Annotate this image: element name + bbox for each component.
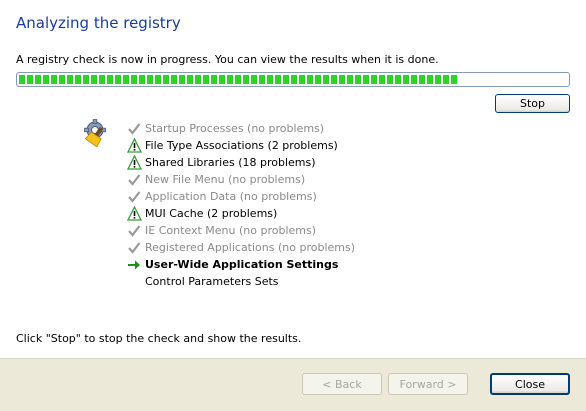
scan-step-label: File Type Associations (2 problems) — [145, 139, 338, 152]
scan-step-label: Startup Processes (no problems) — [145, 122, 325, 135]
arrow-right-icon — [127, 256, 144, 273]
check-icon — [127, 188, 144, 205]
scan-step-label: Control Parameters Sets — [145, 275, 279, 288]
check-icon — [127, 171, 144, 188]
scan-step-label: Application Data (no problems) — [145, 190, 317, 203]
hint-text: Click "Stop" to stop the check and show … — [16, 332, 302, 345]
scan-step: Application Data (no problems) — [127, 188, 355, 205]
page-title: Analyzing the registry — [16, 14, 181, 32]
warning-icon — [127, 137, 144, 154]
scan-step-label: New File Menu (no problems) — [145, 173, 306, 186]
scan-step-label: IE Context Menu (no problems) — [145, 224, 317, 237]
scan-step-label: Registered Applications (no problems) — [145, 241, 356, 254]
back-button[interactable]: < Back — [302, 373, 382, 395]
check-icon — [127, 239, 144, 256]
warning-icon — [127, 205, 144, 222]
stop-button[interactable]: Stop — [495, 94, 570, 113]
page-description: A registry check is now in progress. You… — [16, 53, 439, 66]
scan-step-label: MUI Cache (2 problems) — [145, 207, 278, 220]
scan-step-label: Shared Libraries (18 problems) — [145, 156, 316, 169]
scan-step: Registered Applications (no problems) — [127, 239, 355, 256]
close-button[interactable]: Close — [490, 373, 570, 395]
progress-fill — [19, 75, 458, 84]
check-icon — [127, 120, 144, 137]
scan-step: Startup Processes (no problems) — [127, 120, 355, 137]
scan-step: Control Parameters Sets — [127, 273, 355, 290]
scan-step: Shared Libraries (18 problems) — [127, 154, 355, 171]
check-icon — [127, 222, 144, 239]
scan-step-label: User-Wide Application Settings — [145, 258, 339, 271]
progress-bar — [16, 72, 570, 87]
scan-step: MUI Cache (2 problems) — [127, 205, 355, 222]
registry-cleaner-icon — [84, 119, 112, 148]
step-icon-placeholder — [127, 273, 144, 290]
scan-step: IE Context Menu (no problems) — [127, 222, 355, 239]
scan-step: File Type Associations (2 problems) — [127, 137, 355, 154]
scan-step: New File Menu (no problems) — [127, 171, 355, 188]
forward-button[interactable]: Forward > — [388, 373, 468, 395]
scan-step: User-Wide Application Settings — [127, 256, 355, 273]
warning-icon — [127, 154, 144, 171]
scan-steps-list: Startup Processes (no problems) File Type… — [127, 120, 355, 290]
